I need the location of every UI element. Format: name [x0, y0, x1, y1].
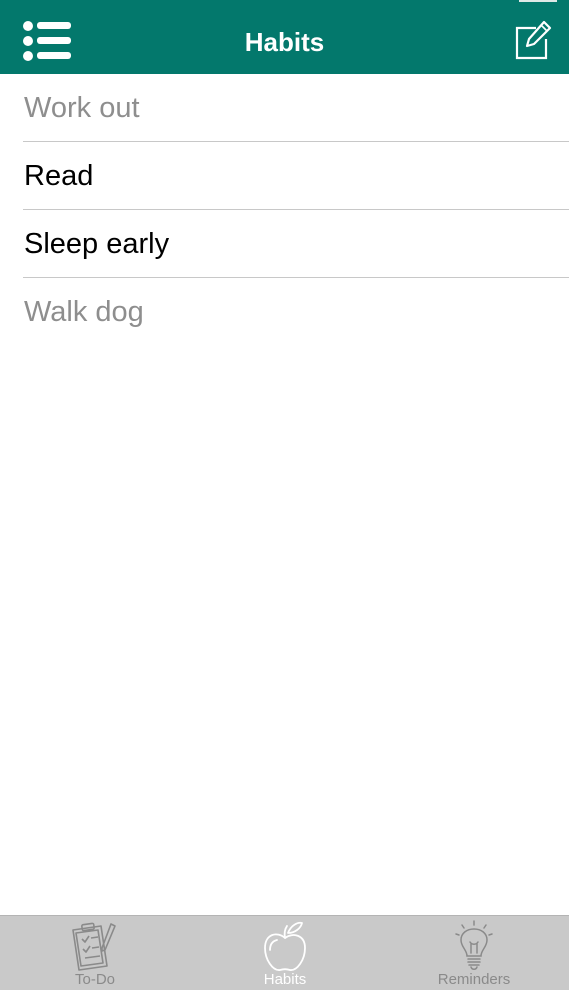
tab-habits[interactable]: Habits — [190, 916, 380, 990]
status-bar-edge — [519, 0, 557, 2]
tab-reminders[interactable]: Reminders — [379, 916, 569, 990]
tab-label: Reminders — [437, 971, 511, 988]
compose-icon — [515, 20, 552, 60]
edit-button[interactable] — [514, 20, 552, 60]
lightbulb-icon — [455, 920, 493, 970]
habits-screen: Habits Work out Read Sleep early Walk do… — [0, 0, 569, 990]
habit-label: Sleep early — [24, 228, 170, 260]
habit-label: Work out — [24, 92, 140, 124]
clipboard-icon — [72, 922, 116, 971]
habit-label: Walk dog — [24, 296, 144, 328]
habit-row-read[interactable]: Read — [0, 142, 569, 210]
tab-label: Habits — [263, 971, 307, 988]
habit-list: Work out Read Sleep early Walk dog — [0, 74, 569, 346]
tab-label: To-Do — [74, 971, 115, 988]
habit-row-walk-dog[interactable]: Walk dog — [0, 278, 569, 346]
habit-row-sleep-early[interactable]: Sleep early — [0, 210, 569, 278]
apple-icon — [264, 921, 306, 971]
tab-bar: To-Do Habits Reminders — [0, 915, 569, 990]
tab-todo[interactable]: To-Do — [0, 916, 190, 990]
nav-bar: Habits — [0, 0, 569, 74]
habit-row-work-out[interactable]: Work out — [0, 74, 569, 142]
habit-label: Read — [24, 160, 94, 192]
page-title: Habits — [244, 27, 325, 57]
